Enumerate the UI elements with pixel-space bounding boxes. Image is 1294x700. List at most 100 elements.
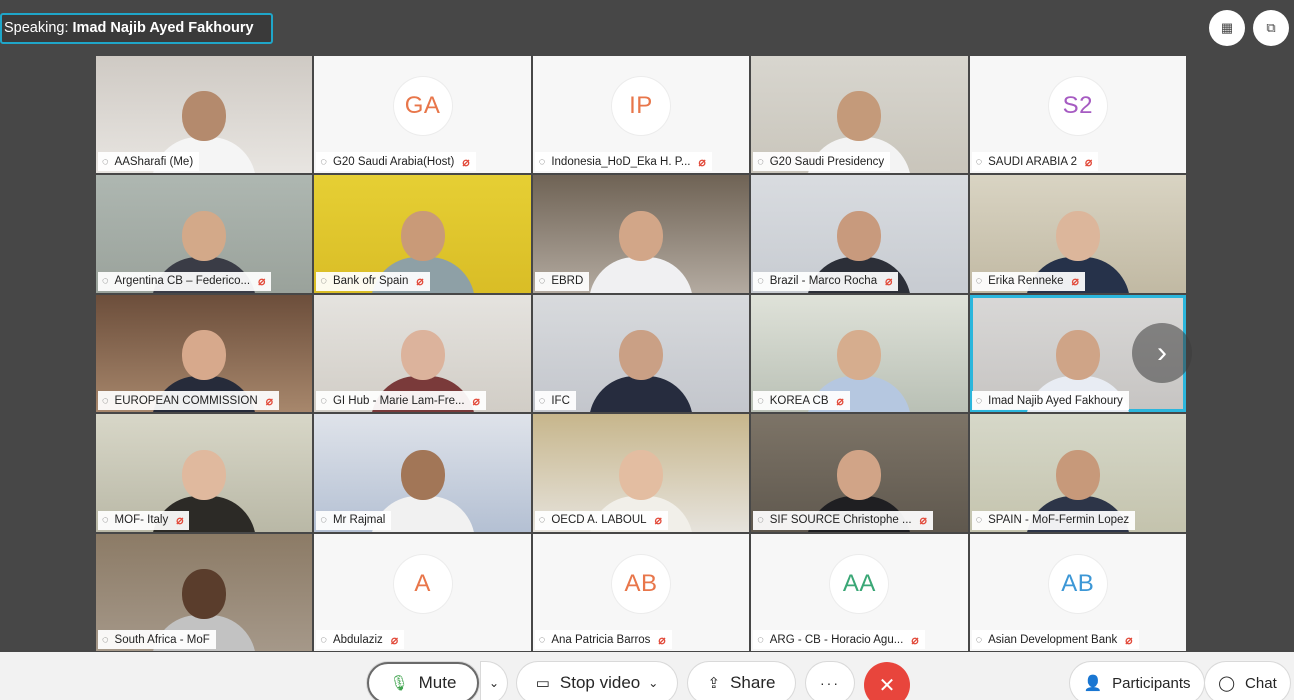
participant-avatar: GA (393, 77, 452, 136)
pop-out-icon: ⧉ (1266, 20, 1276, 35)
participant-name: Indonesia_HoD_Eka H. P... (551, 155, 691, 168)
muted-mic-icon: ⌀ (416, 274, 424, 289)
audio-status-icon: ◌ (757, 633, 764, 646)
person-head (837, 91, 882, 142)
chat-bubble-icon: ◯ (1218, 675, 1236, 692)
participant-tile[interactable]: A ◌ Abdulaziz ⌀ (314, 533, 531, 651)
person-head (182, 210, 227, 261)
leave-meeting-button[interactable]: ✕ (864, 662, 910, 700)
mute-button[interactable]: 🎙 Mute (367, 662, 479, 700)
audio-options-button[interactable]: ⌄ (481, 662, 507, 700)
participant-nameplate: ◌ SPAIN - MoF-Fermin Lopez (971, 510, 1136, 530)
person-head (618, 449, 663, 500)
participant-tile[interactable]: ◌ MOF- Italy ⌀ (96, 414, 313, 532)
participant-tile[interactable]: ◌ OECD A. LABOUL ⌀ (532, 414, 750, 532)
meeting-toolbar: 🎙 Mute ⌄ ▭ Stop video ⌄ ⇪ Share ··· ✕ 👤 … (0, 652, 1294, 700)
participant-name: GI Hub - Marie Lam-Fre... (332, 394, 465, 407)
participant-nameplate: ◌ Abdulaziz ⌀ (316, 630, 405, 649)
participant-name: Ana Patricia Barros (551, 633, 651, 646)
grid-layout-button[interactable]: ▦ (1209, 10, 1245, 46)
participant-name: KOREA CB (769, 394, 829, 407)
person-head (837, 449, 882, 500)
participants-button[interactable]: 👤 Participants (1070, 662, 1204, 700)
participant-name: MOF- Italy (114, 514, 169, 527)
audio-status-icon: ◌ (102, 155, 109, 168)
participant-name: Imad Najib Ayed Fakhoury (988, 394, 1123, 407)
participant-tile[interactable]: ◌ G20 Saudi Presidency (751, 56, 968, 174)
participant-tile[interactable]: ◌ SPAIN - MoF-Fermin Lopez (969, 414, 1186, 532)
participant-video-feed (581, 316, 701, 413)
participant-avatar: A (393, 555, 452, 614)
participant-tile[interactable]: AA ◌ ARG - CB - Horacio Agu... ⌀ (751, 533, 968, 651)
muted-mic-icon: ⌀ (836, 393, 844, 408)
next-page-button[interactable]: › (1132, 323, 1192, 383)
audio-status-icon: ◌ (757, 394, 764, 407)
participant-tile[interactable]: ◌ GI Hub - Marie Lam-Fre... ⌀ (314, 294, 531, 413)
share-icon: ⇪ (707, 675, 721, 692)
camera-icon: ▭ (535, 675, 550, 692)
audio-status-icon: ◌ (975, 514, 983, 527)
muted-mic-icon: ⌀ (698, 154, 706, 169)
participant-tile[interactable]: ◌ South Africa - MoF (96, 533, 313, 651)
participant-nameplate: ◌ South Africa - MoF (98, 630, 216, 649)
person-head (618, 330, 663, 381)
audio-status-icon: ◌ (320, 514, 327, 527)
participant-tile[interactable]: ◌ SIF SOURCE Christophe ... ⌀ (751, 414, 968, 532)
participant-tile[interactable]: ◌ Brazil - Marco Rocha ⌀ (751, 175, 968, 293)
pop-out-button[interactable]: ⧉ (1253, 10, 1289, 46)
participant-tile[interactable]: ◌ Bank ofr Spain ⌀ (314, 175, 531, 293)
participant-nameplate: ◌ ARG - CB - Horacio Agu... ⌀ (753, 630, 925, 649)
person-head (400, 449, 445, 500)
participant-tile[interactable]: ◌ AASharafi (Me) (96, 56, 313, 174)
participant-tile[interactable]: ◌ EBRD (532, 175, 750, 293)
participant-tile[interactable]: ◌ IFC (532, 294, 750, 413)
muted-mic-icon: ⌀ (1071, 274, 1079, 289)
muted-mic-icon: ⌀ (658, 632, 666, 647)
participant-tile[interactable]: IP ◌ Indonesia_HoD_Eka H. P... ⌀ (532, 56, 750, 174)
participant-tile[interactable]: GA ◌ G20 Saudi Arabia(Host) ⌀ (314, 56, 531, 174)
audio-status-icon: ◌ (757, 275, 764, 288)
participant-name: Brazil - Marco Rocha (769, 275, 878, 288)
participants-label: Participants (1112, 674, 1191, 692)
participant-nameplate: ◌ Asian Development Bank ⌀ (971, 630, 1139, 649)
speaking-name: Imad Najib Ayed Fakhoury (72, 20, 254, 36)
participant-tile[interactable]: ◌ KOREA CB ⌀ (751, 294, 968, 413)
share-button[interactable]: ⇪ Share (688, 662, 795, 700)
participant-name: G20 Saudi Arabia(Host) (332, 155, 455, 168)
person-body (588, 376, 693, 413)
muted-mic-icon: ⌀ (462, 154, 470, 169)
participant-name: G20 Saudi Presidency (769, 155, 885, 168)
person-head (182, 91, 227, 142)
close-icon: ✕ (878, 674, 896, 697)
more-options-button[interactable]: ··· (806, 662, 854, 700)
participant-tile[interactable]: AB ◌ Ana Patricia Barros ⌀ (532, 533, 750, 651)
muted-mic-icon: ⌀ (390, 632, 399, 647)
audio-status-icon: ◌ (975, 633, 983, 646)
stop-video-label: Stop video (559, 673, 641, 692)
participant-nameplate: ◌ SAUDI ARABIA 2 ⌀ (971, 152, 1099, 172)
audio-status-icon: ◌ (975, 275, 983, 288)
audio-status-icon: ◌ (538, 514, 546, 527)
participant-tile[interactable]: AB ◌ Asian Development Bank ⌀ (969, 533, 1186, 651)
stop-video-button[interactable]: ▭ Stop video ⌄ (517, 662, 677, 700)
participant-nameplate: ◌ Argentina CB – Federico... ⌀ (98, 271, 272, 291)
speaking-label: Speaking: (4, 20, 69, 36)
audio-status-icon: ◌ (102, 514, 109, 527)
muted-mic-icon: ⌀ (258, 274, 266, 289)
audio-status-icon: ◌ (320, 633, 327, 646)
person-head (1055, 210, 1100, 261)
participant-tile[interactable]: ◌ Erika Renneke ⌀ (969, 175, 1186, 293)
participant-nameplate: ◌ OECD A. LABOUL ⌀ (534, 510, 668, 530)
muted-mic-icon: ⌀ (1125, 632, 1133, 647)
person-head (837, 330, 882, 381)
audio-status-icon: ◌ (538, 394, 546, 407)
participant-name: Abdulaziz (332, 633, 383, 646)
participant-tile[interactable]: ◌ Mr Rajmal (314, 414, 531, 532)
participant-tile[interactable]: ◌ EUROPEAN COMMISSION ⌀ (96, 294, 313, 413)
participant-name: Mr Rajmal (332, 514, 386, 527)
audio-status-icon: ◌ (538, 155, 546, 168)
person-head (400, 210, 445, 261)
chat-button[interactable]: ◯ Chat (1205, 662, 1290, 700)
participant-tile[interactable]: ◌ Argentina CB – Federico... ⌀ (96, 175, 313, 293)
participant-tile[interactable]: S2 ◌ SAUDI ARABIA 2 ⌀ (969, 56, 1186, 174)
